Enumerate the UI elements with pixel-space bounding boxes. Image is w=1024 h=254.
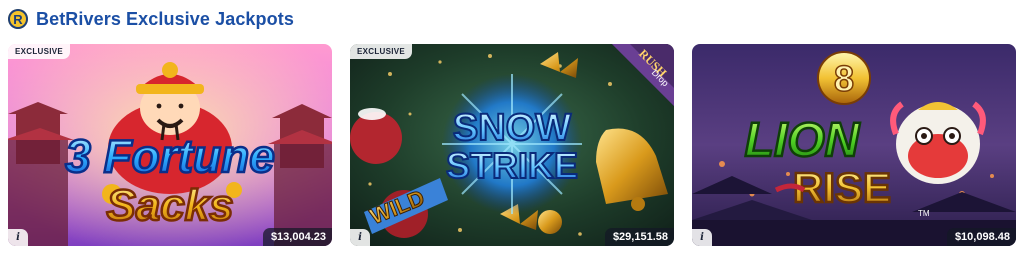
info-icon[interactable]: i bbox=[350, 229, 370, 246]
section-title: BetRivers Exclusive Jackpots bbox=[36, 8, 294, 29]
game-title-line2: Sacks bbox=[106, 181, 233, 230]
game-title-line2: RISE bbox=[793, 164, 891, 211]
game-card-3-fortune-sacks[interactable]: 3 Fortune Sacks EXCLUSIVE i $13,004.23 bbox=[8, 44, 332, 246]
game-thumbnail-snow-strike: WILD SNOW STRIKE RUSH Drop bbox=[350, 44, 674, 246]
game-title-line1: SNOW bbox=[453, 107, 571, 149]
game-title-line2: STRIKE bbox=[446, 145, 578, 186]
exclusive-badge: EXCLUSIVE bbox=[8, 44, 71, 59]
game-title-number: 8 bbox=[834, 58, 854, 99]
game-title-line1: LION bbox=[745, 114, 861, 167]
game-title-line1: 3 Fortune bbox=[65, 130, 275, 182]
info-icon[interactable]: i bbox=[8, 229, 28, 246]
section-header: R BetRivers Exclusive Jackpots bbox=[8, 6, 294, 32]
exclusive-badge: EXCLUSIVE bbox=[350, 44, 413, 59]
game-card-8-lion-rise[interactable]: 8 LION RISE TM i $10,098.48 bbox=[692, 44, 1016, 246]
info-icon[interactable]: i bbox=[692, 229, 712, 246]
jackpot-amount: $13,004.23 bbox=[262, 228, 332, 246]
trademark-mark: TM bbox=[918, 209, 930, 218]
game-carousel: 3 Fortune Sacks EXCLUSIVE i $13,004.23 W… bbox=[8, 44, 1016, 246]
game-card-snow-strike[interactable]: WILD SNOW STRIKE RUSH Drop EXCLUSIVE i $… bbox=[350, 44, 674, 246]
jackpot-amount: $10,098.48 bbox=[946, 228, 1016, 246]
game-thumbnail-3-fortune-sacks: 3 Fortune Sacks bbox=[8, 44, 332, 246]
betrivers-logo-icon: R bbox=[8, 9, 28, 29]
jackpot-amount: $29,151.58 bbox=[604, 228, 674, 246]
game-thumbnail-8-lion-rise: 8 LION RISE TM bbox=[692, 44, 1016, 246]
